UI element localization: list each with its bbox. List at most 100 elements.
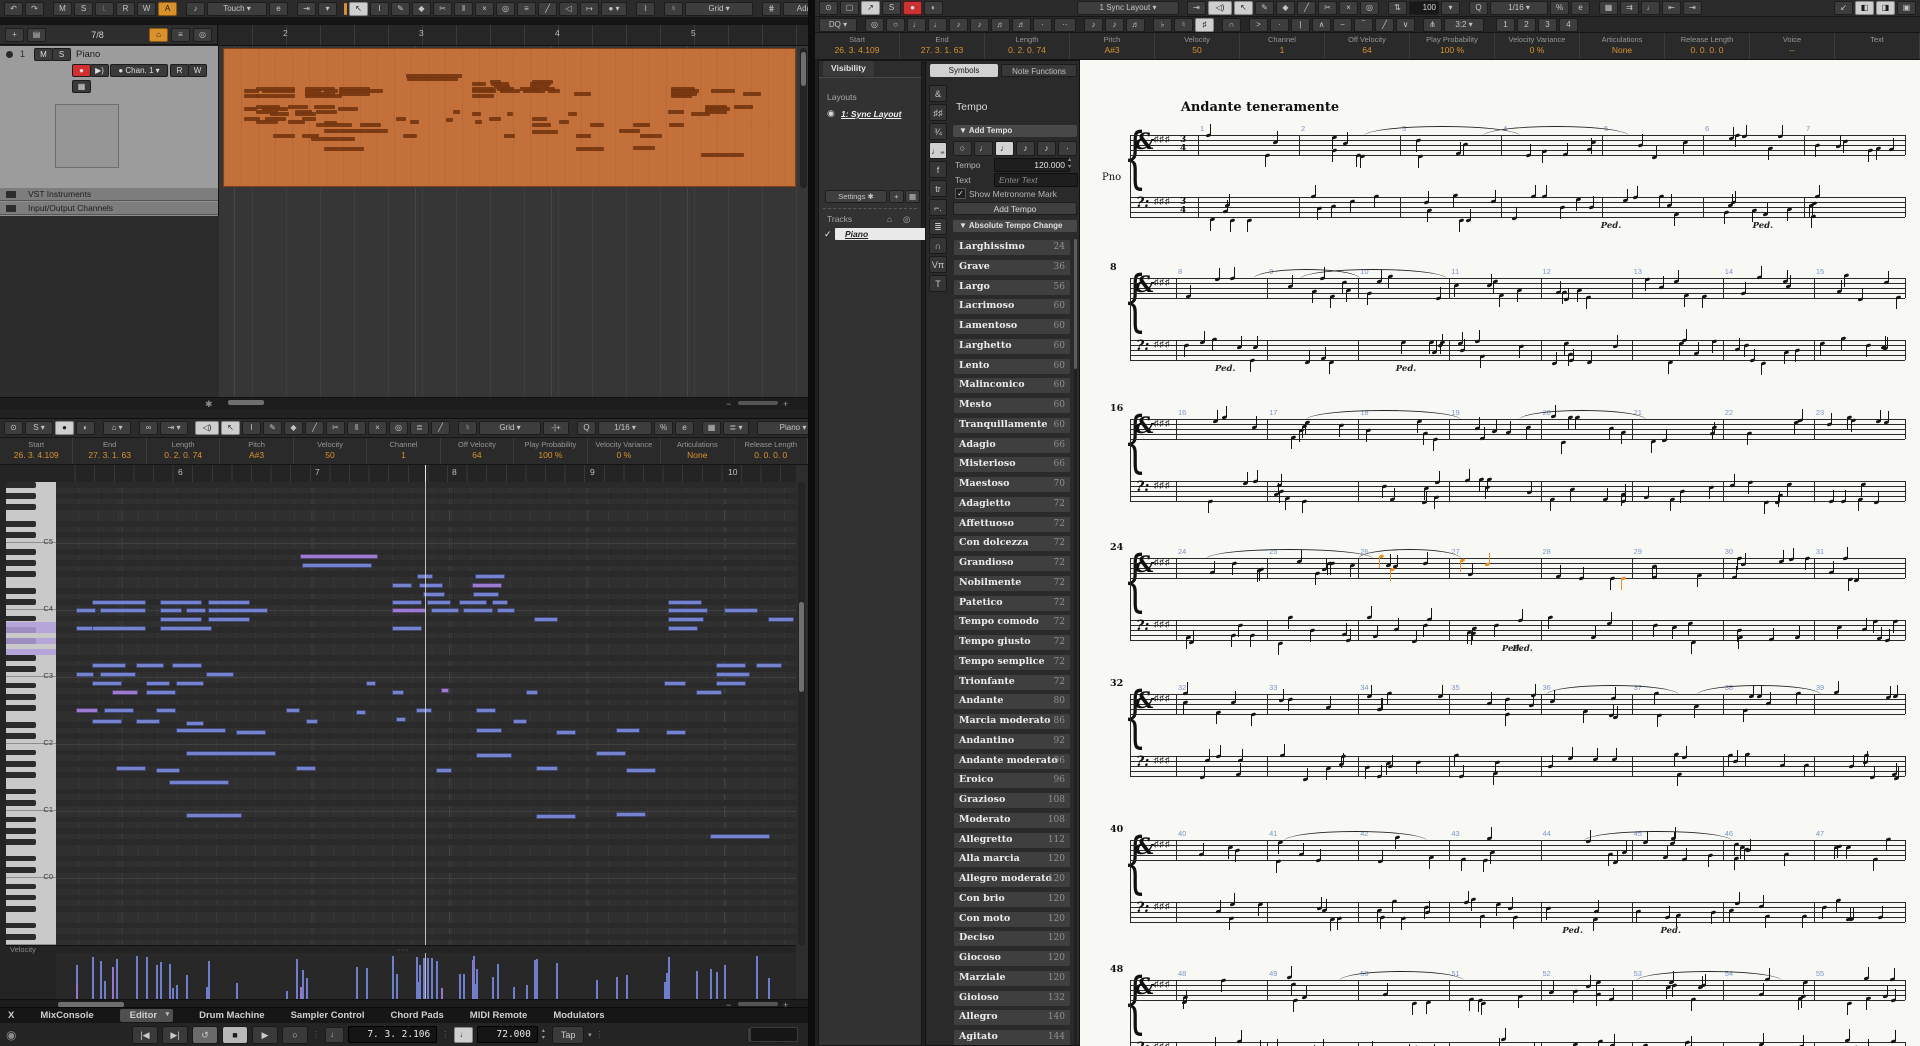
tempo-item-grandioso[interactable]: Grandioso 72 [953, 555, 1071, 572]
quantize-setup-score[interactable]: e [1571, 1, 1590, 15]
info-field-play-probability[interactable]: Play Probability 100 % [1410, 33, 1495, 59]
midi-note[interactable] [136, 663, 164, 668]
draw-tool[interactable]: ✎ [391, 1, 410, 16]
glue-tool[interactable]: ‖ [454, 1, 473, 16]
midi-note[interactable] [716, 672, 750, 677]
tempo-item-tranquillamente[interactable]: Tranquillamente 60 [953, 416, 1071, 434]
midi-note[interactable] [476, 753, 512, 758]
midi-note[interactable] [668, 617, 704, 622]
tempo-item-moderato[interactable]: Moderato 108 [953, 811, 1071, 829]
velocity-bar[interactable] [156, 965, 159, 999]
independent-loop-button[interactable]: ∞ [139, 421, 158, 435]
info-field-start[interactable]: Start 26. 3. 4.109 [815, 33, 900, 59]
tab-drum-machine[interactable]: Drum Machine [199, 1010, 264, 1021]
white-key-c[interactable]: C5 [6, 537, 56, 546]
tempo-item-malinconico[interactable]: Malinconico 60 [953, 377, 1071, 395]
double-dot-button[interactable]: ·· [1054, 17, 1076, 32]
midi-note[interactable] [208, 608, 268, 613]
velocity-bar[interactable] [76, 985, 79, 999]
tempo-item-nobilmente[interactable]: Nobilmente 72 [953, 574, 1071, 592]
info-field-velocity[interactable]: Velocity 50 [1155, 33, 1240, 59]
tempo-display[interactable]: 72.000 [477, 1026, 538, 1043]
black-key[interactable] [6, 827, 36, 834]
expand-button[interactable]: ↗ [861, 1, 880, 15]
tempo-item-gioioso[interactable]: Gioioso 132 [953, 989, 1071, 1007]
solo-editor-button[interactable]: S ▾ [25, 421, 53, 435]
tempo-item-trionfante[interactable]: Trionfante 72 [953, 673, 1071, 691]
midi-note[interactable] [76, 608, 96, 613]
info-field-play-probability[interactable]: Play Probability 100 % [514, 438, 588, 464]
down-bow-button[interactable]: ∨ [1396, 17, 1415, 32]
midi-note[interactable] [716, 663, 746, 668]
layout-sync-layout[interactable]: 1: Sync Layout [841, 109, 901, 119]
note-grid[interactable] [56, 482, 796, 945]
midi-note[interactable] [236, 730, 266, 735]
zoom-in-button[interactable]: + [783, 399, 788, 409]
stop-button[interactable]: ■ [221, 1025, 248, 1044]
track-record-button[interactable]: ● [72, 64, 91, 77]
midi-note[interactable] [626, 768, 656, 773]
natural-button[interactable]: ♮ [1174, 17, 1193, 32]
tab-note-functions[interactable]: Note Functions [1001, 64, 1077, 77]
tempo-dot-button[interactable]: · [1058, 141, 1077, 156]
autoscroll-button[interactable]: ⇥ [297, 1, 316, 16]
tempo-item-andantino[interactable]: Andantino 92 [953, 732, 1071, 750]
midi-note[interactable] [176, 728, 226, 733]
tempo-item-eroico[interactable]: Eroico 96 [953, 772, 1071, 790]
tempo-item-affettuoso[interactable]: Affettuoso 72 [953, 515, 1071, 533]
tie-button[interactable]: ∩ [1222, 17, 1241, 32]
info-field-release-length[interactable]: Release Length 0. 0. 0. 0 [1665, 33, 1750, 59]
velocity-bar[interactable] [92, 988, 95, 999]
midi-note[interactable] [156, 768, 180, 773]
record-in-editor-button[interactable]: ● [55, 421, 74, 435]
velocity-bar[interactable] [172, 988, 175, 999]
midi-note[interactable] [136, 719, 160, 724]
track-write-button[interactable]: W [188, 64, 207, 77]
accent-button[interactable]: > [1249, 17, 1268, 32]
listen-button[interactable]: L [95, 1, 114, 16]
velocity-bar[interactable] [306, 978, 309, 999]
info-field-velocity-variance[interactable]: Velocity Variance 0 % [1495, 33, 1580, 59]
midi-note[interactable] [392, 600, 422, 605]
tempo-value-field[interactable]: 120.000 [994, 158, 1070, 172]
track-piano[interactable]: 1 M S Piano ● ▶) ● Chan. 1 ▾ R W ▦ [0, 46, 218, 189]
split-tool-score[interactable]: ✂ [1318, 1, 1337, 15]
up-bow-button[interactable]: ╱ [1375, 17, 1394, 32]
velocity-bar[interactable] [556, 963, 559, 999]
midi-note[interactable] [441, 688, 449, 693]
note-32nd-button[interactable]: ♬ [991, 17, 1010, 32]
add-tempo-header[interactable]: ▼ Add Tempo [953, 125, 1077, 137]
velocity-bar[interactable] [463, 974, 466, 999]
folder-io-channels[interactable]: Input/Output Channels [0, 202, 218, 215]
grid-type-select[interactable]: Grid ▾ [685, 1, 753, 16]
info-field-end[interactable]: End 27. 3. 1. 63 [73, 438, 147, 464]
track-monitor-button[interactable]: ▶) [90, 64, 109, 77]
velocity-bar[interactable] [116, 959, 119, 999]
midi-note[interactable] [668, 600, 702, 605]
velocity-bar[interactable] [526, 985, 529, 999]
mute-tool-editor[interactable]: × [368, 421, 387, 435]
black-key[interactable] [6, 705, 36, 711]
text-icon[interactable]: T [929, 275, 947, 292]
black-key[interactable] [6, 788, 36, 795]
velocity-bar[interactable] [497, 964, 500, 999]
midi-note[interactable] [513, 719, 527, 724]
midi-note[interactable] [492, 600, 508, 605]
step-input-button[interactable]: ▦ [1599, 1, 1618, 15]
midi-note[interactable] [475, 574, 505, 579]
midi-note[interactable] [526, 690, 538, 695]
midi-note[interactable] [286, 708, 300, 713]
event-colors[interactable]: ≣ ▾ [723, 421, 749, 435]
tempo-item-allegretto[interactable]: Allegretto 112 [953, 831, 1071, 849]
automation-follows-icon[interactable]: ♪ [186, 1, 205, 16]
key-signature-icon[interactable]: ♯♯ [929, 104, 947, 121]
black-key[interactable] [6, 749, 36, 756]
automation-mode-select[interactable]: Touch ▾ [207, 1, 267, 16]
midi-note[interactable] [497, 608, 515, 613]
midi-note[interactable] [302, 563, 372, 568]
transport-extra-box[interactable] [750, 1027, 798, 1042]
score-page[interactable]: Andante teneramente Pno{&?: ♯♯♯ ♯♯♯ 3 4 3 4 1 2 3 4… [1080, 60, 1920, 1046]
midi-note[interactable] [208, 617, 250, 622]
info-field-channel[interactable]: Channel 1 [367, 438, 441, 464]
track-read-button[interactable]: R [170, 64, 189, 77]
